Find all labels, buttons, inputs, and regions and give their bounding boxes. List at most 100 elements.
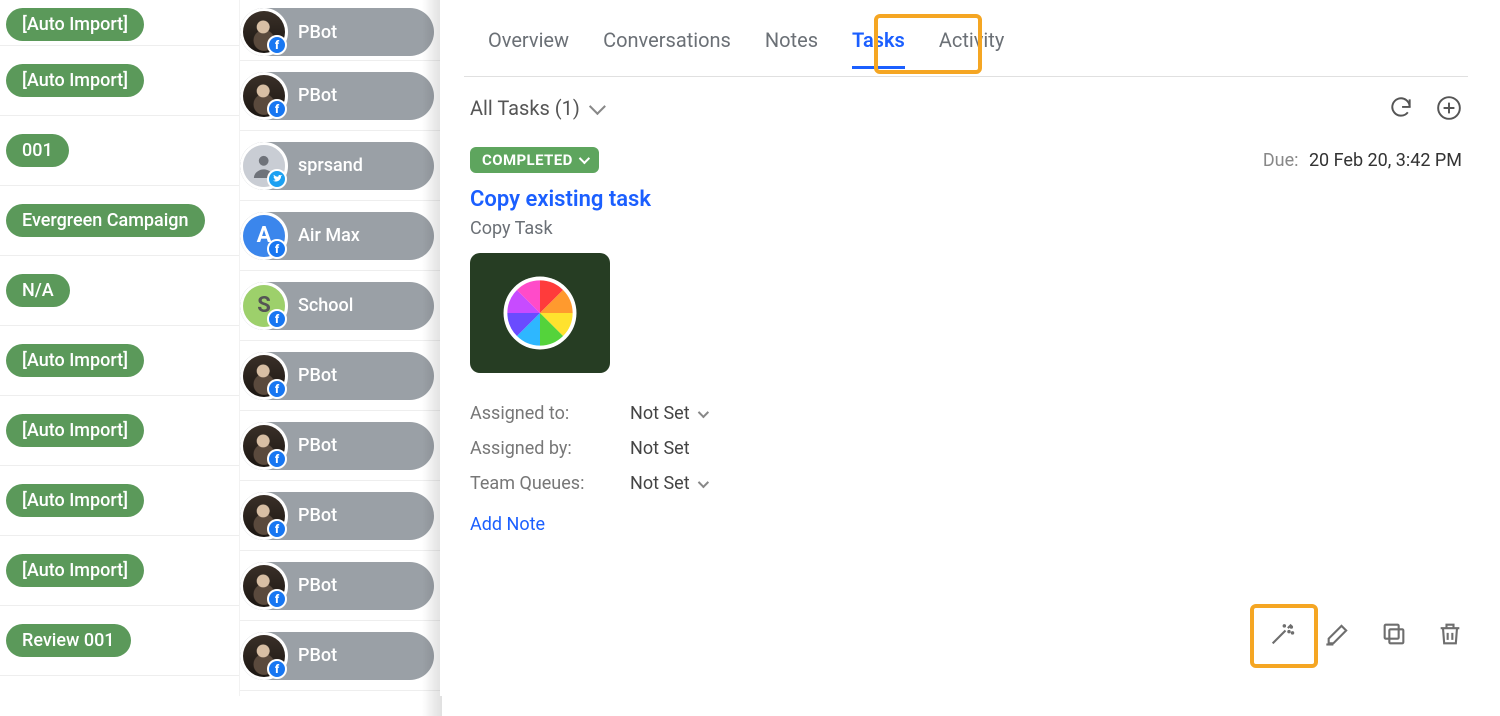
tab-overview[interactable]: Overview	[488, 28, 569, 68]
tag-pill: [Auto Import]	[6, 8, 144, 41]
tab-notes[interactable]: Notes	[765, 28, 818, 68]
tag-pill: [Auto Import]	[6, 414, 144, 447]
avatar: f	[240, 562, 288, 610]
contact-row[interactable]: f PBot	[240, 621, 440, 691]
avatar: f	[240, 422, 288, 470]
facebook-badge-icon: f	[267, 99, 287, 119]
chevron-down-icon	[589, 98, 606, 115]
contact-row[interactable]: SfSchool	[240, 271, 440, 341]
due-label: Due:	[1263, 150, 1299, 171]
avatar: f	[240, 8, 288, 56]
tag-pill: Evergreen Campaign	[6, 204, 205, 237]
task-status-label: COMPLETED	[482, 151, 573, 169]
contact-pill: f PBot	[240, 632, 434, 680]
avatar	[240, 142, 288, 190]
tasks-filter-label: All Tasks (1)	[470, 96, 580, 120]
contact-pill: f PBot	[240, 72, 434, 120]
tag-pill: [Auto Import]	[6, 64, 144, 97]
tab-tasks[interactable]: Tasks	[852, 28, 905, 68]
refresh-button[interactable]	[1388, 95, 1414, 121]
assigned-to-value: Not Set	[630, 403, 690, 424]
team-queues-value: Not Set	[630, 473, 690, 494]
contact-label: PBot	[298, 645, 337, 666]
delete-button[interactable]	[1436, 620, 1464, 648]
chevron-down-icon	[579, 153, 590, 164]
facebook-badge-icon: f	[267, 379, 287, 399]
contact-pill: SfSchool	[240, 282, 434, 330]
contact-row[interactable]: fPBot	[240, 411, 440, 481]
facebook-badge-icon: f	[267, 519, 287, 539]
contact-label: PBot	[298, 85, 337, 106]
tag-row[interactable]: [Auto Import]	[0, 326, 239, 396]
tag-row[interactable]: 001	[0, 116, 239, 186]
add-task-button[interactable]	[1436, 95, 1462, 121]
copy-button[interactable]	[1380, 620, 1408, 648]
contact-row[interactable]: f PBot	[240, 341, 440, 411]
copy-icon	[1380, 620, 1408, 648]
tag-row[interactable]: N/A	[0, 256, 239, 326]
contact-pill: fPBot	[240, 492, 434, 540]
task-subtitle: Copy Task	[470, 218, 1462, 239]
avatar: f	[240, 492, 288, 540]
due-value: 20 Feb 20, 3:42 PM	[1309, 150, 1462, 171]
plus-circle-icon	[1436, 95, 1462, 121]
tag-pill: N/A	[6, 274, 70, 307]
avatar: f	[240, 352, 288, 400]
tag-pill: 001	[6, 134, 69, 167]
facebook-badge-icon: f	[267, 659, 287, 679]
contact-row[interactable]: sprsand	[240, 131, 440, 201]
chevron-down-icon	[697, 476, 708, 487]
contact-row[interactable]: fPBot	[240, 551, 440, 621]
team-queues-label: Team Queues:	[470, 473, 630, 494]
refresh-icon	[1388, 95, 1414, 121]
task-status-dropdown[interactable]: COMPLETED	[470, 147, 599, 173]
citrus-icon	[484, 265, 596, 361]
avatar: f	[240, 72, 288, 120]
tag-row[interactable]: [Auto Import]	[0, 466, 239, 536]
facebook-badge-icon: f	[267, 449, 287, 469]
tag-pill: [Auto Import]	[6, 554, 144, 587]
task-title-link[interactable]: Copy existing task	[470, 187, 1462, 212]
tag-pill: [Auto Import]	[6, 344, 144, 377]
contact-row[interactable]: f PBot	[240, 8, 440, 61]
tasks-filter-dropdown[interactable]: All Tasks (1)	[470, 96, 602, 120]
assigned-to-dropdown[interactable]: Not Set	[630, 403, 1462, 424]
tag-row[interactable]: [Auto Import]	[0, 46, 239, 116]
contact-label: PBot	[298, 22, 337, 43]
tag-pill: Review 001	[6, 624, 131, 657]
contact-pill: AfAir Max	[240, 212, 434, 260]
task-thumbnail[interactable]	[470, 253, 610, 373]
facebook-badge-icon: f	[267, 35, 287, 55]
contact-label: School	[298, 295, 353, 316]
add-note-link[interactable]: Add Note	[470, 514, 1462, 535]
contact-row[interactable]: AfAir Max	[240, 201, 440, 271]
contact-pill: fPBot	[240, 562, 434, 610]
team-queues-dropdown[interactable]: Not Set	[630, 473, 1462, 494]
edit-button[interactable]	[1324, 620, 1352, 648]
pencil-icon	[1324, 620, 1352, 648]
contact-pill: f PBot	[240, 352, 434, 400]
avatar: f	[240, 632, 288, 680]
contact-label: sprsand	[298, 155, 363, 176]
task-detail-pane: Overview Conversations Notes Tasks Activ…	[440, 0, 1500, 696]
tag-row[interactable]: [Auto Import]	[0, 536, 239, 606]
task-card: COMPLETED Due: 20 Feb 20, 3:42 PM Copy e…	[464, 139, 1468, 543]
tag-row[interactable]: [Auto Import]	[0, 8, 239, 46]
chevron-down-icon	[697, 406, 708, 417]
tags-column: [Auto Import] [Auto Import] 001 Evergreen C…	[0, 0, 240, 696]
task-actions	[1268, 620, 1464, 648]
contact-row[interactable]: fPBot	[240, 481, 440, 551]
contact-label: Air Max	[298, 225, 360, 246]
tab-activity[interactable]: Activity	[939, 28, 1004, 68]
tag-row[interactable]: Review 001	[0, 606, 239, 676]
contact-label: PBot	[298, 365, 337, 386]
contact-row[interactable]: f PBot	[240, 61, 440, 131]
magic-wand-button[interactable]	[1268, 620, 1296, 648]
contact-pill: sprsand	[240, 142, 434, 190]
contacts-column: fPBotfPBotsprsandAfAir MaxSfSchoolfPBotf…	[240, 0, 440, 696]
tab-conversations[interactable]: Conversations	[603, 28, 731, 68]
magic-wand-icon	[1268, 620, 1296, 648]
tag-row[interactable]: [Auto Import]	[0, 396, 239, 466]
tag-row[interactable]: Evergreen Campaign	[0, 186, 239, 256]
assigned-by-value: Not Set	[630, 438, 1462, 459]
